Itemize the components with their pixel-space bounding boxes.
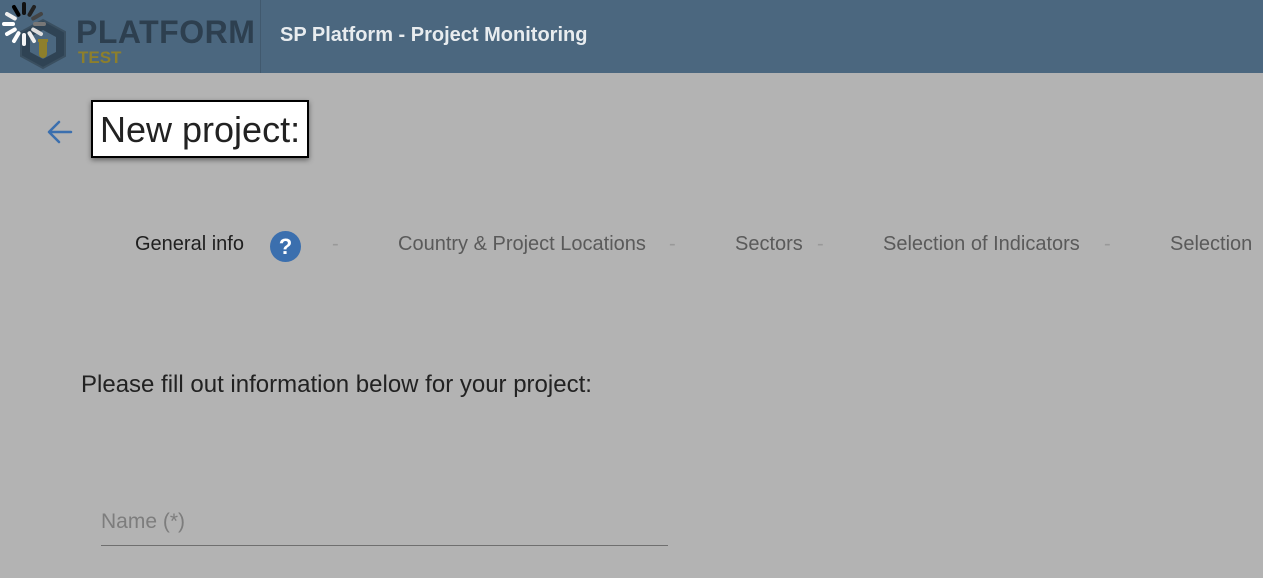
step-separator: -: [332, 233, 339, 255]
step-separator: -: [817, 233, 824, 255]
step-separator: -: [669, 233, 676, 255]
back-arrow-icon[interactable]: [44, 116, 76, 148]
page-title: New project:: [91, 100, 310, 158]
step-selection-of-indicators[interactable]: Selection of Indicators: [883, 233, 1080, 256]
step-general-info[interactable]: General info: [135, 233, 244, 256]
step-sectors[interactable]: Sectors: [735, 233, 803, 256]
step-country-locations[interactable]: Country & Project Locations: [398, 233, 646, 256]
logo-environment-label: TEST: [78, 48, 122, 67]
step-selection[interactable]: Selection: [1170, 233, 1252, 256]
name-field: [101, 500, 668, 546]
help-symbol: ?: [278, 234, 293, 259]
form-intro-text: Please fill out information below for yo…: [81, 371, 592, 398]
loading-spinner-icon: [2, 2, 46, 46]
step-separator: -: [1104, 233, 1111, 255]
top-bar: PLATFORM TEST SP Platform - Project Moni…: [0, 0, 1263, 73]
app-title: SP Platform - Project Monitoring: [280, 24, 588, 46]
name-input[interactable]: [101, 500, 668, 544]
logo-text: PLATFORM: [76, 14, 256, 50]
help-icon[interactable]: ?: [270, 231, 301, 262]
